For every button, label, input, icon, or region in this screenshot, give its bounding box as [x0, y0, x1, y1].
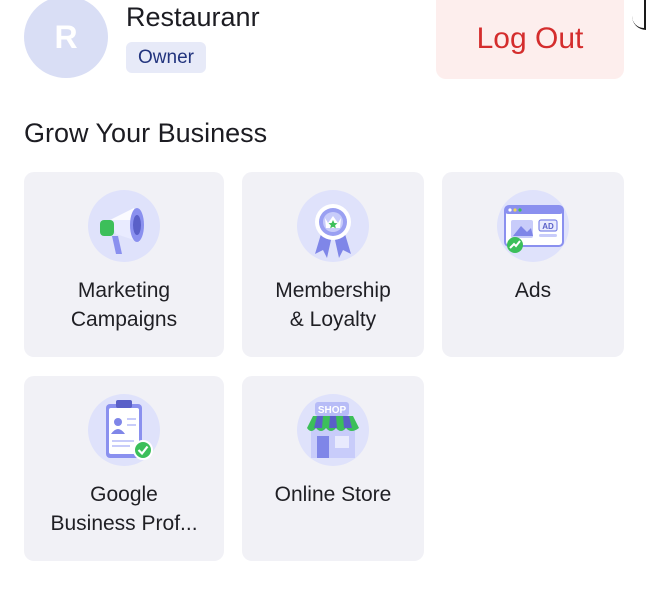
ad-browser-icon: AD [497, 190, 569, 262]
award-badge-icon [297, 190, 369, 262]
feature-card-marketing-campaigns[interactable]: Marketing Campaigns [24, 172, 224, 357]
avatar-initial: R [54, 18, 78, 55]
shop-icon: SHOP [297, 394, 369, 466]
logout-button[interactable]: Log Out [436, 0, 624, 79]
feature-label-line2: & Loyalty [289, 308, 377, 331]
feature-label-line1: Membership [275, 279, 391, 302]
feature-label-line2: Business Prof... [50, 512, 198, 535]
window-corner [632, 0, 646, 30]
megaphone-icon [88, 190, 160, 262]
role-badge: Owner [126, 42, 206, 73]
feature-label-line1: Online Store [274, 483, 392, 506]
feature-label-line2: Campaigns [70, 308, 178, 331]
feature-card-membership-loyalty[interactable]: Membership & Loyalty [242, 172, 424, 357]
feature-label-line1: Google [90, 483, 158, 506]
section-title: Grow Your Business [24, 118, 268, 148]
feature-card-online-store[interactable]: SHOP Online Store [242, 376, 424, 561]
business-name: Restauranr [126, 2, 260, 32]
feature-card-ads[interactable]: AD Ads [442, 172, 624, 357]
svg-text:AD: AD [542, 222, 554, 231]
feature-label-line1: Marketing [77, 279, 171, 302]
feature-card-google-business-profile[interactable]: Google Business Prof... [24, 376, 224, 561]
feature-label-line1: Ads [514, 279, 552, 302]
shop-sign-text: SHOP [318, 405, 347, 416]
clipboard-profile-icon [88, 394, 160, 466]
avatar: R [24, 0, 108, 78]
